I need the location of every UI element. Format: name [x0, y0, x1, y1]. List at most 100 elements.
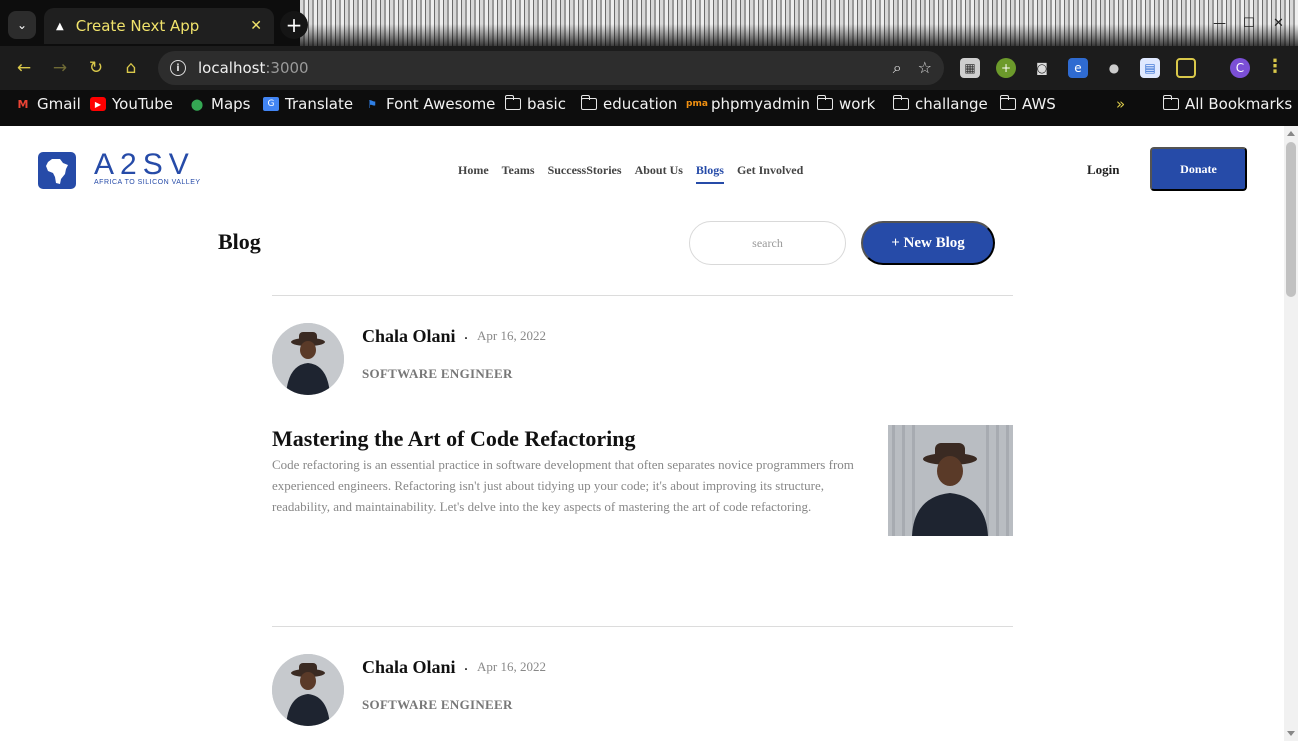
author-name[interactable]: Chala Olani: [362, 326, 456, 347]
extension-doc-icon[interactable]: ▤: [1140, 58, 1160, 78]
bookmarks-bar: M Gmail ▶ YouTube ⬤ Maps G Translate ⚑ F…: [0, 90, 1298, 122]
folder-icon: [580, 95, 597, 110]
more-menu-icon[interactable]: ⋮: [1266, 56, 1284, 77]
login-link[interactable]: Login: [1087, 162, 1120, 178]
maps-icon: ⬤: [190, 97, 204, 111]
reload-icon[interactable]: ↻: [85, 57, 107, 79]
new-tab-button[interactable]: +: [280, 11, 308, 39]
youtube-icon: ▶: [90, 97, 106, 111]
author-avatar[interactable]: [272, 654, 344, 726]
scroll-down-icon[interactable]: [1287, 731, 1295, 736]
author-role: SOFTWARE ENGINEER: [362, 366, 513, 381]
bookmark-label: challange: [915, 95, 988, 113]
translate-icon: G: [263, 97, 279, 111]
nav-blogs[interactable]: Blogs: [695, 163, 724, 184]
author-avatar[interactable]: [272, 323, 344, 395]
bookmark-label: Gmail: [37, 95, 81, 113]
gmail-icon: M: [17, 97, 29, 111]
browser-toolbar: ← → ↻ ⌂ i localhost:3000 ⌕ ☆ ▦ + ◙ e ● ▤…: [0, 46, 1298, 90]
back-arrow-icon[interactable]: ←: [13, 57, 35, 79]
post-thumbnail[interactable]: [888, 425, 1013, 536]
tab-search-button[interactable]: ⌄: [8, 11, 36, 39]
forward-arrow-icon[interactable]: →: [49, 57, 71, 79]
page-scrollbar[interactable]: [1284, 126, 1298, 741]
divider: [272, 295, 1013, 296]
bookmarks-overflow-button[interactable]: »: [1116, 95, 1125, 113]
bookmark-folder-aws[interactable]: AWS: [999, 95, 1056, 113]
post-date: Apr 16, 2022: [477, 659, 546, 674]
folder-icon: [999, 95, 1016, 110]
tab-title: Create Next App: [75, 17, 200, 35]
page-viewport: A2SV AFRICA TO SILICON VALLEY Home Teams…: [0, 126, 1284, 741]
home-icon[interactable]: ⌂: [120, 57, 142, 79]
page-title: Blog: [218, 229, 261, 254]
scroll-up-icon[interactable]: [1287, 131, 1295, 136]
site-info-icon[interactable]: i: [170, 60, 186, 76]
font-awesome-icon: ⚑: [367, 97, 377, 111]
folder-icon: [1162, 95, 1179, 110]
bookmark-label: education: [603, 95, 678, 113]
bookmark-translate[interactable]: G Translate: [263, 95, 353, 113]
bookmark-label: Font Awesome: [386, 95, 496, 113]
plus-icon: +: [285, 13, 303, 37]
bookmark-folder-basic[interactable]: basic: [504, 95, 566, 113]
nav-about-us[interactable]: About Us: [635, 163, 683, 184]
extension-e-icon[interactable]: e: [1068, 58, 1088, 78]
folder-icon: [892, 95, 909, 110]
nav-success-stories[interactable]: SuccessStories: [548, 163, 622, 184]
extension-tabs-icon[interactable]: ▦: [960, 58, 980, 78]
bookmark-label: work: [839, 95, 876, 113]
site-logo[interactable]: A2SV AFRICA TO SILICON VALLEY: [38, 150, 201, 189]
url-port: :3000: [265, 59, 309, 77]
browser-theme-background: [300, 0, 1298, 46]
author-role: SOFTWARE ENGINEER: [362, 697, 513, 712]
nextjs-favicon-icon: ▲: [56, 20, 64, 32]
bookmark-star-icon[interactable]: ☆: [918, 58, 932, 78]
bookmark-label: basic: [527, 95, 566, 113]
divider: [272, 626, 1013, 627]
post-title[interactable]: Mastering the Art of Code Refactoring: [272, 426, 636, 452]
bookmark-gmail[interactable]: M Gmail: [15, 95, 81, 113]
extension-bug-icon[interactable]: ●: [1104, 58, 1124, 78]
extension-plus-icon[interactable]: +: [996, 58, 1016, 78]
bookmark-label: All Bookmarks: [1185, 95, 1293, 113]
zoom-icon[interactable]: ⌕: [893, 58, 902, 78]
browser-tab[interactable]: ▲ Create Next App ✕: [44, 8, 274, 44]
phpmyadmin-icon: pma: [686, 99, 708, 109]
all-bookmarks-button[interactable]: All Bookmarks: [1162, 95, 1293, 113]
new-blog-button[interactable]: + New Blog: [861, 221, 995, 265]
africa-logo-icon: [38, 152, 76, 189]
search-input[interactable]: search: [689, 221, 846, 265]
bookmark-maps[interactable]: ⬤ Maps: [189, 95, 251, 113]
address-bar[interactable]: i localhost:3000 ⌕ ☆: [158, 51, 944, 85]
bookmark-folder-education[interactable]: education: [580, 95, 678, 113]
folder-icon: [504, 95, 521, 110]
folder-icon: [816, 95, 833, 110]
maximize-window-icon[interactable]: ☐: [1243, 16, 1255, 31]
profile-avatar[interactable]: C: [1230, 58, 1250, 78]
close-window-icon[interactable]: ✕: [1273, 16, 1284, 31]
url-host: localhost: [198, 59, 266, 77]
browser-chrome: ⌄ ▲ Create Next App ✕ + — ☐ ✕ ← → ↻ ⌂ i …: [0, 0, 1298, 126]
author-name[interactable]: Chala Olani: [362, 657, 456, 678]
bookmark-youtube[interactable]: ▶ YouTube: [90, 95, 173, 113]
bookmark-folder-challange[interactable]: challange: [892, 95, 988, 113]
bookmark-font-awesome[interactable]: ⚑ Font Awesome: [364, 95, 495, 113]
bookmark-label: Maps: [211, 95, 251, 113]
post-date: Apr 16, 2022: [477, 328, 546, 343]
camera-extension-icon[interactable]: ◙: [1032, 58, 1052, 78]
logo-tagline: AFRICA TO SILICON VALLEY: [94, 179, 201, 186]
separator-dot: ·: [464, 662, 469, 676]
bookmark-phpmyadmin[interactable]: pma phpmyadmin: [686, 95, 810, 113]
main-nav: Home Teams SuccessStories About Us Blogs…: [458, 163, 803, 184]
nav-get-involved[interactable]: Get Involved: [737, 163, 803, 184]
chevron-down-icon: ⌄: [16, 18, 28, 32]
scrollbar-thumb[interactable]: [1286, 142, 1296, 297]
close-tab-icon[interactable]: ✕: [250, 18, 262, 34]
nav-teams[interactable]: Teams: [502, 163, 535, 184]
nav-home[interactable]: Home: [458, 163, 489, 184]
donate-button[interactable]: Donate: [1150, 147, 1247, 191]
extensions-puzzle-icon[interactable]: [1176, 58, 1196, 78]
minimize-window-icon[interactable]: —: [1213, 16, 1226, 31]
bookmark-folder-work[interactable]: work: [816, 95, 876, 113]
